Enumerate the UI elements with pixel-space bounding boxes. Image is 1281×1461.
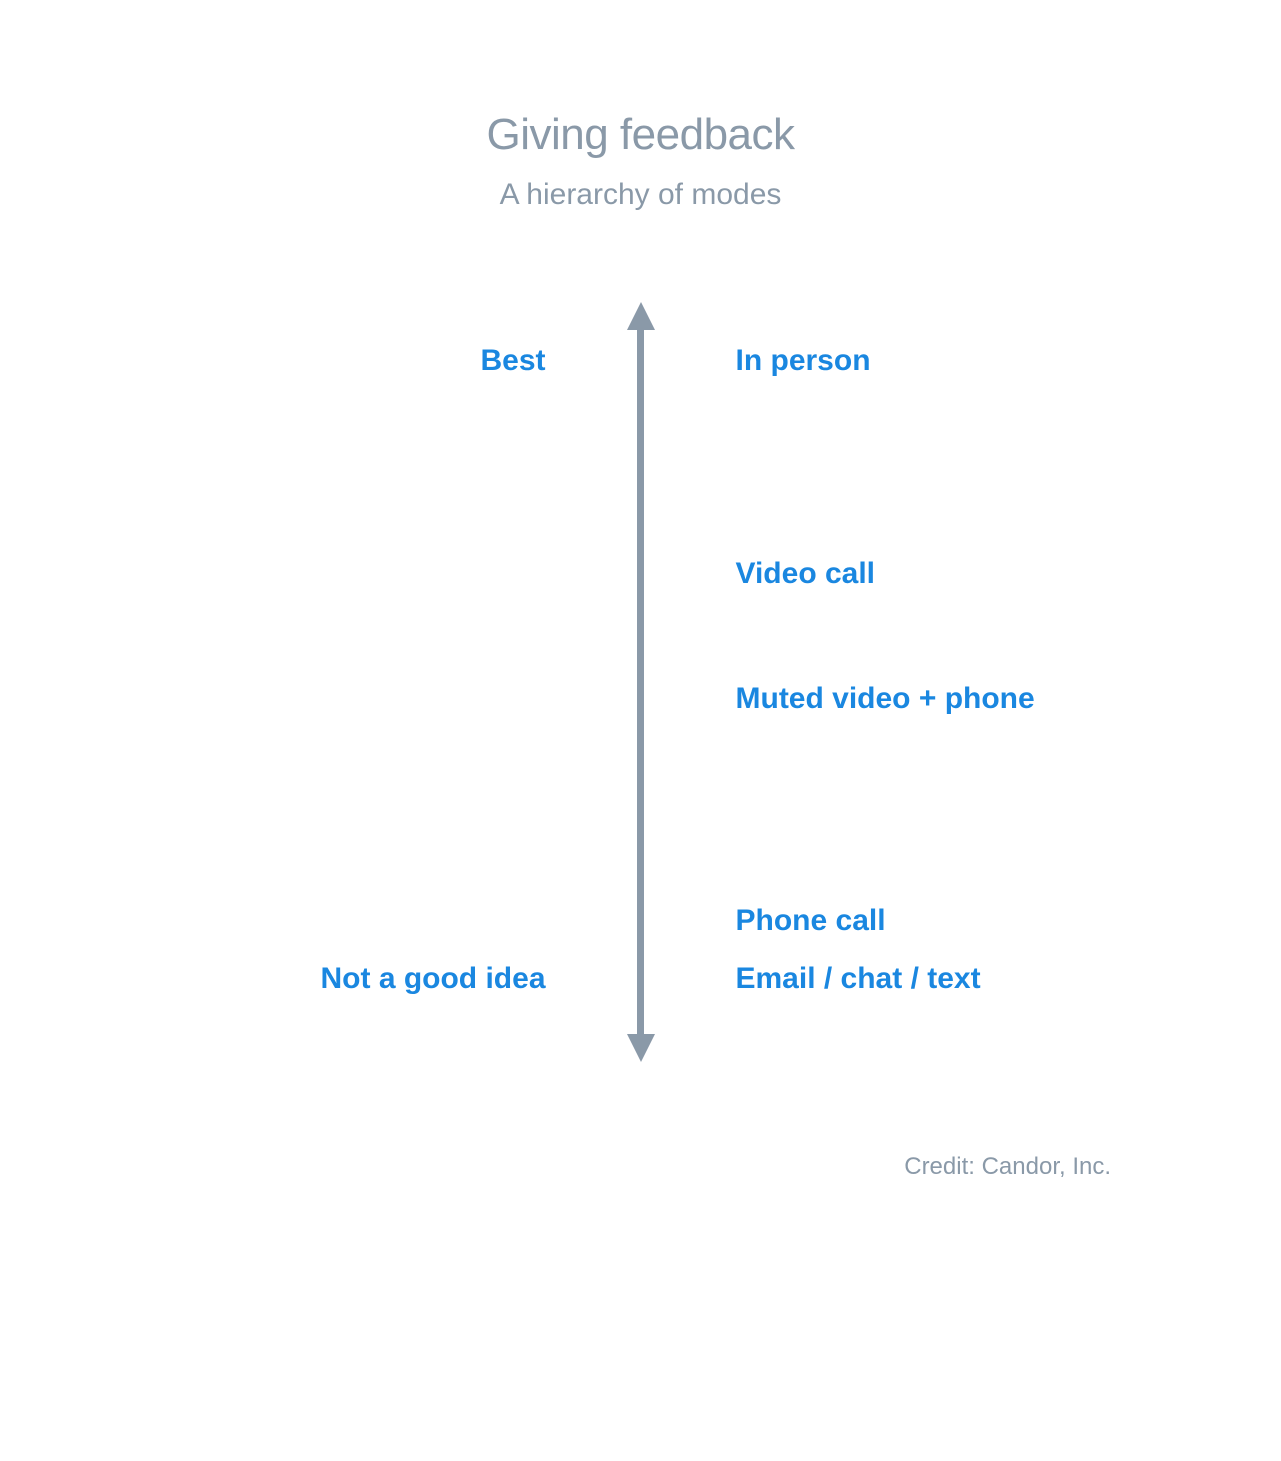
axis-bottom-label: Not a good idea: [321, 962, 546, 996]
mode-video-call: Video call: [736, 557, 876, 591]
arrow-up-icon: [627, 302, 655, 330]
arrow-down-icon: [627, 1034, 655, 1062]
arrow-shaft: [637, 330, 644, 1034]
mode-phone-call: Phone call: [736, 904, 886, 938]
diagram-header: Giving feedback A hierarchy of modes: [0, 0, 1281, 212]
hierarchy-diagram: Best Not a good idea In person Video cal…: [0, 302, 1281, 1122]
mode-muted-video-phone: Muted video + phone: [736, 682, 1035, 716]
mode-in-person: In person: [736, 344, 871, 378]
mode-email-chat-text: Email / chat / text: [736, 962, 981, 996]
diagram-subtitle: A hierarchy of modes: [0, 178, 1281, 212]
axis-top-label: Best: [480, 344, 545, 378]
credit-text: Credit: Candor, Inc.: [904, 1153, 1111, 1181]
vertical-double-arrow: [621, 302, 661, 1062]
diagram-title: Giving feedback: [0, 110, 1281, 160]
